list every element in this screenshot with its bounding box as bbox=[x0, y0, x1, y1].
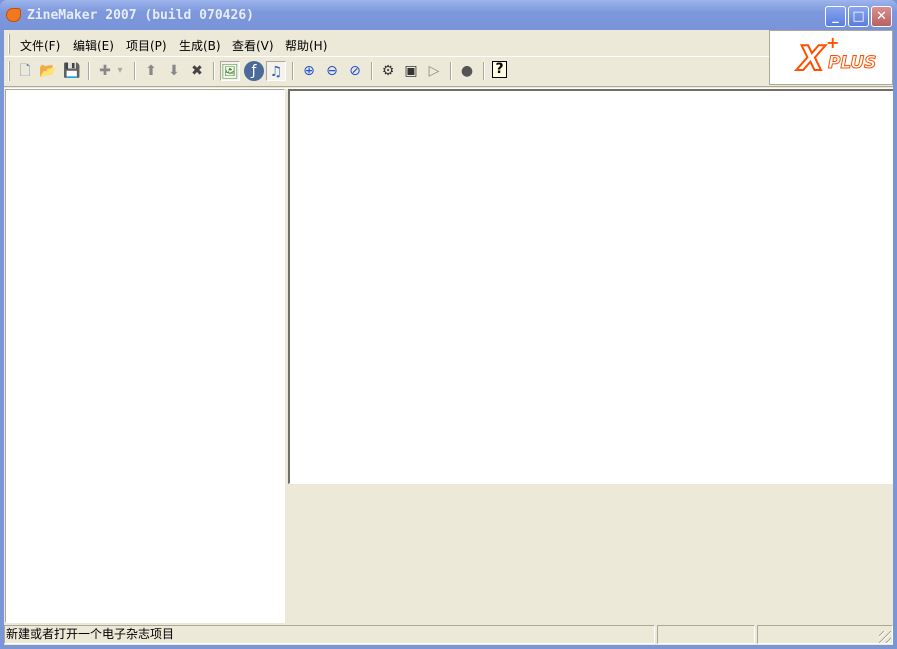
build-icon[interactable]: ▣ bbox=[401, 61, 421, 81]
separator bbox=[292, 62, 294, 80]
menu-build[interactable]: 生成(B) bbox=[179, 37, 221, 54]
resize-grip[interactable] bbox=[879, 631, 891, 643]
image-icon[interactable]: 🖼 bbox=[220, 61, 240, 81]
settings-icon[interactable]: ⚙ bbox=[378, 61, 398, 81]
xplus-logo: X + PLUS bbox=[769, 30, 893, 85]
logo-x: X bbox=[797, 38, 825, 80]
delete-icon[interactable]: ✖ bbox=[187, 61, 207, 81]
logo-plus-text: PLUS bbox=[827, 53, 877, 74]
close-button[interactable]: ✕ bbox=[871, 6, 892, 27]
toolbar-grip[interactable] bbox=[8, 61, 10, 81]
menu-edit[interactable]: 编辑(E) bbox=[73, 37, 114, 54]
maximize-button[interactable]: □ bbox=[848, 6, 869, 27]
help-icon[interactable]: ? bbox=[492, 61, 507, 78]
flash-icon[interactable]: ƒ bbox=[244, 61, 264, 81]
status-message: 新建或者打开一个电子杂志项目 bbox=[4, 625, 655, 644]
separator bbox=[483, 62, 485, 80]
add-dropdown-icon[interactable]: ▾ bbox=[115, 61, 125, 81]
status-bar: 新建或者打开一个电子杂志项目 bbox=[4, 624, 893, 645]
toolbar: 🗋 📂 💾 ✚ ▾ ⬆ ⬇ ✖ 🖼 ƒ ♫ ⊕ ⊖ ⊘ ⚙ ▣ ▷ ● ? bbox=[4, 58, 769, 84]
play-icon[interactable]: ▷ bbox=[424, 61, 444, 81]
zoom-out-icon[interactable]: ⊖ bbox=[322, 61, 342, 81]
main-frame: 文件(F) 编辑(E) 项目(P) 生成(B) 查看(V) 帮助(H) 🗋 📂 … bbox=[4, 30, 893, 645]
logo-plus-sign: + bbox=[826, 33, 840, 52]
zoom-reset-icon[interactable]: ⊘ bbox=[345, 61, 365, 81]
status-pane-3 bbox=[757, 625, 893, 644]
open-folder-icon[interactable]: 📂 bbox=[38, 61, 58, 81]
preview-panel[interactable] bbox=[288, 89, 893, 484]
new-file-icon[interactable]: 🗋 bbox=[15, 61, 35, 81]
menu-file[interactable]: 文件(F) bbox=[20, 37, 60, 54]
separator bbox=[134, 62, 136, 80]
separator bbox=[371, 62, 373, 80]
app-icon bbox=[6, 8, 21, 22]
menu-grip[interactable] bbox=[8, 34, 10, 54]
title-bar: ZineMaker 2007 (build 070426) _ □ ✕ bbox=[0, 0, 897, 30]
menu-bar: 文件(F) 编辑(E) 项目(P) 生成(B) 查看(V) 帮助(H) bbox=[4, 30, 769, 57]
move-down-icon[interactable]: ⬇ bbox=[164, 61, 184, 81]
menu-view[interactable]: 查看(V) bbox=[232, 37, 274, 54]
separator bbox=[213, 62, 215, 80]
menu-project[interactable]: 项目(P) bbox=[126, 37, 167, 54]
globe-icon[interactable]: ● bbox=[457, 61, 477, 81]
music-icon[interactable]: ♫ bbox=[266, 61, 286, 81]
status-pane-2 bbox=[657, 625, 755, 644]
minimize-button[interactable]: _ bbox=[825, 6, 846, 27]
menu-help[interactable]: 帮助(H) bbox=[285, 37, 327, 54]
add-icon[interactable]: ✚ bbox=[95, 61, 115, 81]
separator bbox=[88, 62, 90, 80]
move-up-icon[interactable]: ⬆ bbox=[141, 61, 161, 81]
save-icon[interactable]: 💾 bbox=[62, 61, 82, 81]
project-tree-panel[interactable] bbox=[5, 89, 285, 623]
zoom-in-icon[interactable]: ⊕ bbox=[299, 61, 319, 81]
window-title: ZineMaker 2007 (build 070426) bbox=[27, 8, 254, 23]
separator bbox=[450, 62, 452, 80]
